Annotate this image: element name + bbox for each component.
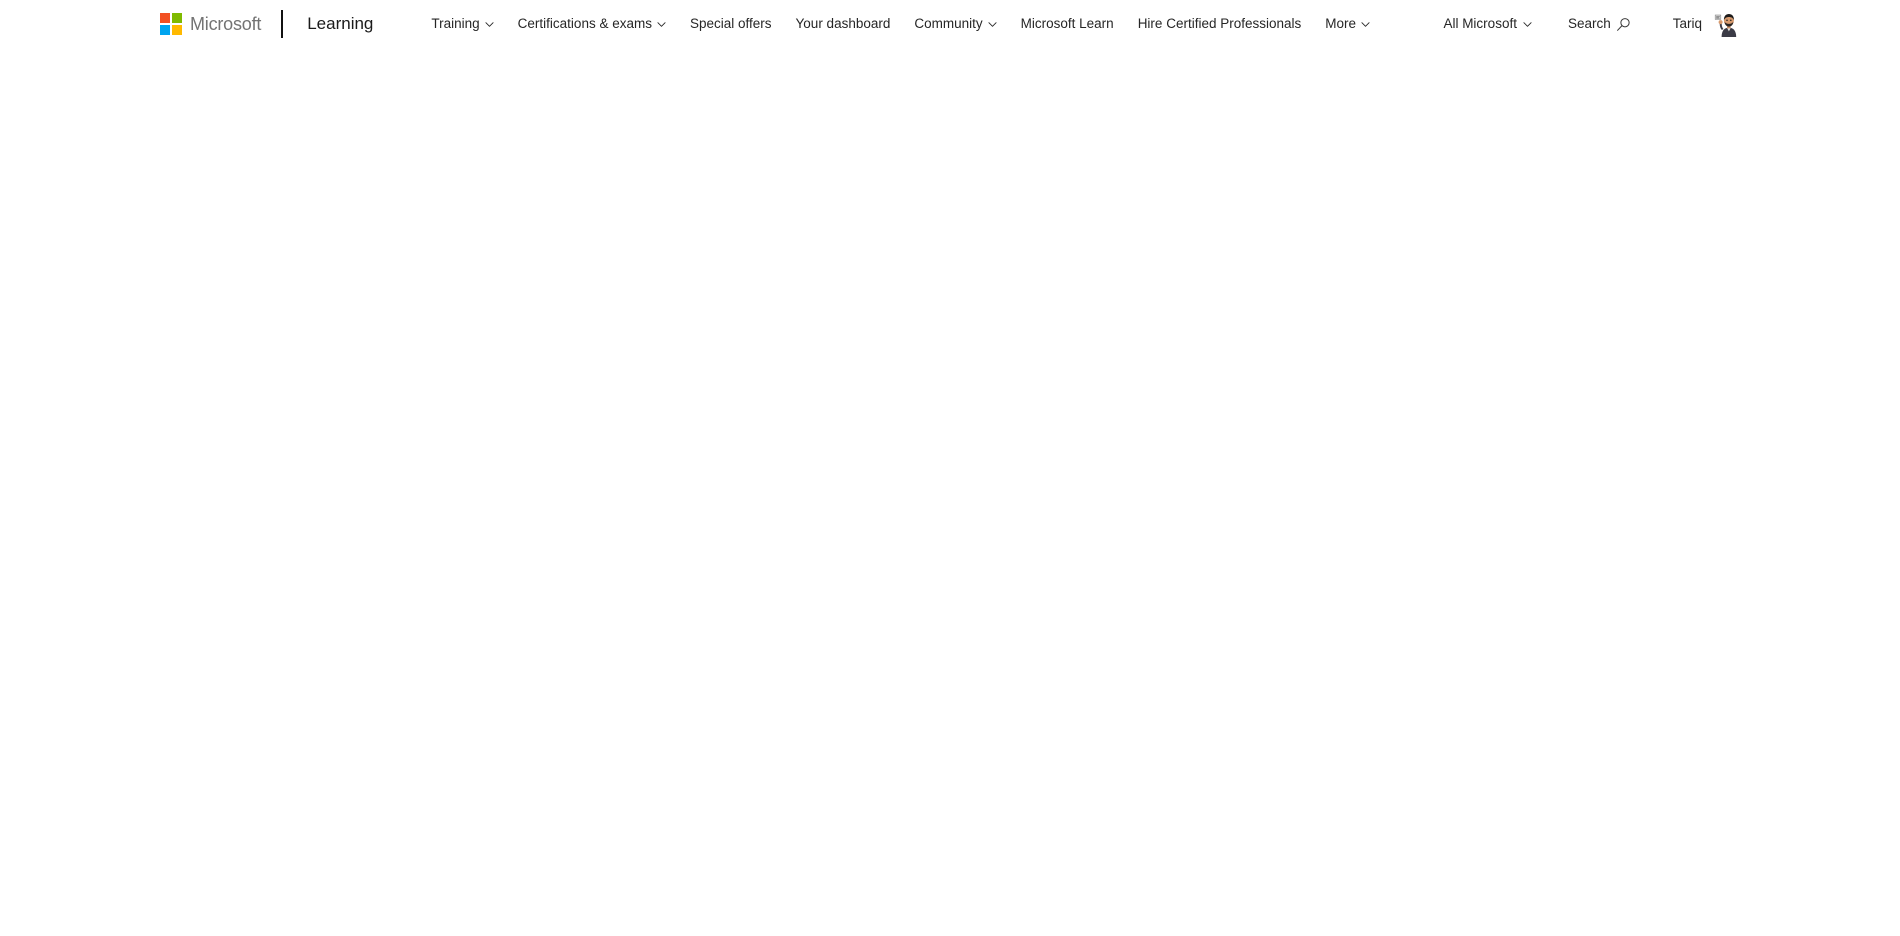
chevron-down-icon (485, 20, 494, 29)
account-name: Tariq (1672, 16, 1702, 31)
nav-item-community[interactable]: Community (902, 0, 1008, 47)
nav-item-label: Hire Certified Professionals (1137, 16, 1302, 31)
nav-item-label: Training (431, 16, 480, 31)
user-avatar-icon (1712, 9, 1740, 38)
nav-item-label: Your dashboard (795, 16, 891, 31)
all-microsoft-menu[interactable]: All Microsoft (1437, 0, 1538, 47)
search-icon (1616, 17, 1631, 32)
nav-item-label: Community (914, 16, 983, 31)
account-menu[interactable]: Tariq (1673, 0, 1740, 47)
chevron-down-icon (657, 20, 666, 29)
brand-divider (281, 9, 284, 38)
main-content-area (0, 47, 1900, 936)
microsoft-wordmark: Microsoft (190, 13, 262, 34)
logo-square-green (172, 12, 182, 23)
microsoft-logo-icon (160, 12, 182, 35)
site-name-learning[interactable]: Learning (307, 15, 373, 32)
logo-square-yellow (172, 24, 182, 35)
logo-square-blue (160, 24, 170, 35)
nav-item-label: Special offers (689, 16, 772, 31)
chevron-down-icon (1361, 20, 1370, 29)
primary-navigation: Training Certifications & exams Special … (419, 0, 1382, 47)
nav-item-label: More (1325, 16, 1357, 31)
nav-item-certifications-exams[interactable]: Certifications & exams (506, 0, 678, 47)
brand-block: Microsoft Learning (0, 0, 373, 47)
page-root: Microsoft Learning Training Certificatio… (0, 0, 1900, 936)
search-button[interactable]: Search (1564, 0, 1635, 47)
nav-item-special-offers[interactable]: Special offers (678, 0, 784, 47)
site-header: Microsoft Learning Training Certificatio… (0, 0, 1900, 47)
nav-item-label: Microsoft Learn (1020, 16, 1114, 31)
logo-square-red (160, 12, 170, 23)
nav-item-hire-certified-professionals[interactable]: Hire Certified Professionals (1126, 0, 1314, 47)
search-label: Search (1567, 16, 1611, 31)
chevron-down-icon (988, 20, 997, 29)
microsoft-home-link[interactable]: Microsoft (160, 12, 262, 35)
nav-item-training[interactable]: Training (419, 0, 505, 47)
header-utility-cluster: All Microsoft Search Tariq (1437, 0, 1900, 47)
chevron-down-icon (1523, 20, 1532, 29)
nav-item-label: Certifications & exams (517, 16, 652, 31)
all-microsoft-label: All Microsoft (1443, 16, 1517, 31)
nav-item-your-dashboard[interactable]: Your dashboard (784, 0, 903, 47)
nav-item-microsoft-learn[interactable]: Microsoft Learn (1009, 0, 1126, 47)
nav-item-more[interactable]: More (1313, 0, 1382, 47)
